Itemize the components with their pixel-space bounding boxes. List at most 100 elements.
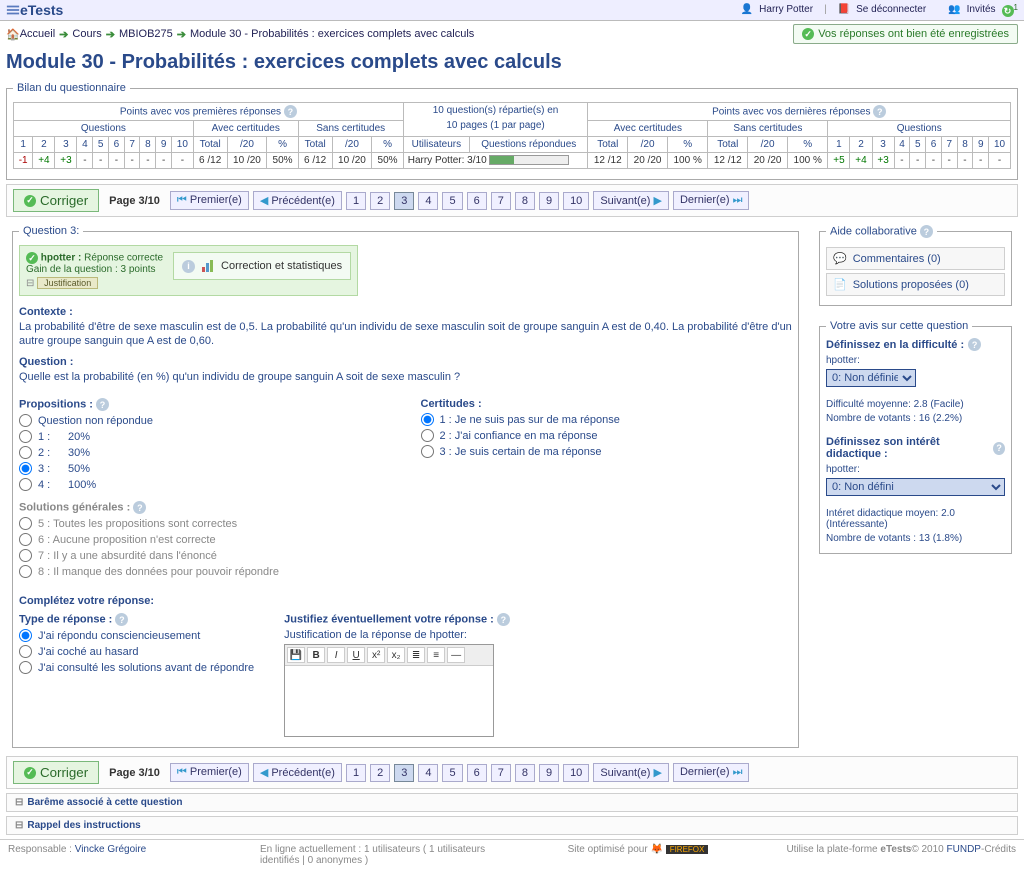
prop-label[interactable]: 2 :30% [38,447,90,459]
page-number-9[interactable]: 9 [539,192,559,210]
bold-button[interactable]: B [307,647,325,663]
gen-label[interactable]: 7 : Il y a une absurdité dans l'énoncé [38,550,217,562]
responsible-link[interactable]: Vincke Grégoire [75,844,147,855]
gen-label[interactable]: 6 : Aucune proposition n'est correcte [38,534,216,546]
cert-radio-3[interactable] [421,445,434,458]
bareme-toggle[interactable]: ⊟Barême associé à cette question [6,793,1018,812]
type-radio-2[interactable] [19,661,32,674]
prop-radio-2[interactable] [19,446,32,459]
ul-button[interactable]: ≣ [407,647,425,663]
help-icon[interactable]: ? [993,442,1005,455]
gen-radio-8[interactable] [19,565,32,578]
solutions-button[interactable]: 📄Solutions proposées (0) [826,273,1005,296]
corriger-button[interactable]: ✓Corriger [13,761,99,784]
page-number-6[interactable]: 6 [467,192,487,210]
qnum-cell[interactable]: 3 [872,137,894,153]
help-icon[interactable]: ? [284,105,297,118]
rappel-toggle[interactable]: ⊟Rappel des instructions [6,816,1018,835]
bc-courses[interactable]: Cours [72,28,101,40]
qnum-cell[interactable]: 6 [926,137,942,153]
italic-button[interactable]: I [327,647,345,663]
page-number-2[interactable]: 2 [370,192,390,210]
refresh-indicator[interactable]: ↻1 [1002,3,1018,18]
user-link[interactable]: Harry Potter [759,4,813,15]
page-number-5[interactable]: 5 [442,764,462,782]
rich-editor[interactable]: 💾 B I U x² x₂ ≣ ≡ — [284,644,494,737]
cert-label[interactable]: 3 : Je suis certain de ma réponse [440,446,602,458]
bc-home[interactable]: Accueil [20,28,55,40]
prop-radio-4[interactable] [19,478,32,491]
guests-link[interactable]: Invités [967,4,996,15]
gen-radio-5[interactable] [19,517,32,530]
type-radio-1[interactable] [19,645,32,658]
help-icon[interactable]: ? [497,613,510,626]
corriger-button[interactable]: ✓Corriger [13,189,99,212]
first-page-button[interactable]: ⏮ Premier(e) [170,191,249,210]
help-icon[interactable]: ? [133,501,146,514]
fundp-link[interactable]: FUNDP [947,844,981,855]
comments-button[interactable]: 💬Commentaires (0) [826,247,1005,270]
page-number-4[interactable]: 4 [418,764,438,782]
page-number-3[interactable]: 3 [394,764,414,782]
interest-select[interactable]: 0: Non défini [826,478,1005,496]
page-number-6[interactable]: 6 [467,764,487,782]
gen-radio-7[interactable] [19,549,32,562]
page-number-1[interactable]: 1 [346,192,366,210]
prop-radio-none[interactable] [19,414,32,427]
help-icon[interactable]: ? [96,398,109,411]
qnum-cell[interactable]: 8 [957,137,973,153]
last-page-button[interactable]: Dernier(e) ⏭ [673,763,749,782]
page-number-10[interactable]: 10 [563,764,589,782]
last-page-button[interactable]: Dernier(e) ⏭ [673,191,749,210]
qnum-cell[interactable]: 10 [171,137,193,153]
qnum-cell[interactable]: 5 [93,137,109,153]
page-number-7[interactable]: 7 [491,192,511,210]
qnum-cell[interactable]: 2 [850,137,872,153]
qnum-cell[interactable]: 2 [33,137,55,153]
qnum-cell[interactable]: 9 [156,137,172,153]
qnum-cell[interactable]: 1 [828,137,850,153]
help-icon[interactable]: ? [968,338,981,351]
qnum-cell[interactable]: 9 [973,137,989,153]
qnum-cell[interactable]: 1 [14,137,33,153]
prop-radio-1[interactable] [19,430,32,443]
page-number-9[interactable]: 9 [539,764,559,782]
type-label[interactable]: J'ai répondu consciencieusement [38,630,200,642]
gen-radio-6[interactable] [19,533,32,546]
logout-link[interactable]: Se déconnecter [856,4,926,15]
page-number-8[interactable]: 8 [515,764,535,782]
prop-label[interactable]: 4 :100% [38,479,96,491]
next-page-button[interactable]: Suivant(e) ▶ [593,191,669,210]
sub-button[interactable]: x₂ [387,647,405,663]
bc-module[interactable]: Module 30 - Probabilités : exercices com… [190,28,474,40]
type-label[interactable]: J'ai consulté les solutions avant de rép… [38,662,254,674]
qnum-cell[interactable]: 8 [140,137,156,153]
prop-label[interactable]: Question non répondue [38,415,153,427]
qnum-cell[interactable]: 5 [910,137,926,153]
prop-label[interactable]: 1 :20% [38,431,90,443]
next-page-button[interactable]: Suivant(e) ▶ [593,763,669,782]
ol-button[interactable]: ≡ [427,647,445,663]
help-icon[interactable]: ? [920,225,933,238]
prev-page-button[interactable]: ◀ Précédent(e) [253,191,342,210]
justification-toggle[interactable]: Justification [37,277,98,289]
underline-button[interactable]: U [347,647,365,663]
page-number-3[interactable]: 3 [394,192,414,210]
hr-button[interactable]: — [447,647,465,663]
page-number-4[interactable]: 4 [418,192,438,210]
qnum-cell[interactable]: 4 [77,137,93,153]
page-number-10[interactable]: 10 [563,192,589,210]
cert-radio-1[interactable] [421,413,434,426]
difficulty-select[interactable]: 0: Non définie [826,369,916,387]
editor-textarea[interactable] [285,666,493,736]
page-number-8[interactable]: 8 [515,192,535,210]
page-number-5[interactable]: 5 [442,192,462,210]
prev-page-button[interactable]: ◀ Précédent(e) [253,763,342,782]
prop-label[interactable]: 3 :50% [38,463,90,475]
qnum-cell[interactable]: 4 [894,137,910,153]
correction-stats-button[interactable]: i Correction et statistiques [173,252,351,280]
cert-label[interactable]: 2 : J'ai confiance en ma réponse [440,430,598,442]
qnum-cell[interactable]: 10 [989,137,1011,153]
type-radio-0[interactable] [19,629,32,642]
cert-radio-2[interactable] [421,429,434,442]
